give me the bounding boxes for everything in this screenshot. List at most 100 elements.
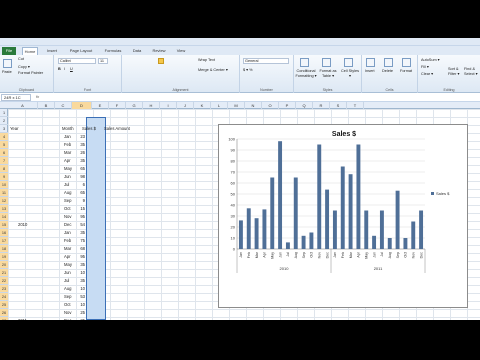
column-header-e[interactable]: E: [92, 102, 109, 109]
row-header-17[interactable]: 17: [0, 237, 8, 245]
sort-filter-button[interactable]: Sort & Filter ▾: [448, 67, 462, 76]
row-header-3[interactable]: 3: [0, 125, 8, 133]
column-header-p[interactable]: P: [279, 102, 296, 109]
sales-cell[interactable]: 9: [72, 197, 85, 205]
sales-cell[interactable]: 35: [72, 261, 85, 269]
column-header-f[interactable]: F: [109, 102, 126, 109]
sales-cell[interactable]: 54: [72, 221, 85, 229]
month-cell[interactable]: Aug: [64, 189, 71, 197]
month-cell[interactable]: Jul: [64, 181, 69, 189]
column-header-h[interactable]: H: [143, 102, 160, 109]
autosum-button[interactable]: AutoSum ▾: [421, 57, 440, 62]
tab-home[interactable]: Home: [22, 47, 38, 55]
month-cell[interactable]: Jan: [64, 229, 71, 237]
row-header-19[interactable]: 19: [0, 253, 8, 261]
sales-cell[interactable]: 25: [72, 309, 85, 317]
row-header-23[interactable]: 23: [0, 285, 8, 293]
sales-cell[interactable]: 65: [72, 189, 85, 197]
font-name-select[interactable]: Calibri: [58, 58, 96, 64]
row-header-20[interactable]: 20: [0, 261, 8, 269]
month-cell[interactable]: Nov: [64, 213, 71, 221]
tab-view[interactable]: View: [174, 47, 188, 55]
row-header-21[interactable]: 21: [0, 269, 8, 277]
selected-range[interactable]: [86, 117, 106, 320]
row-header-1[interactable]: 1: [0, 109, 8, 117]
column-header-m[interactable]: M: [228, 102, 245, 109]
row-header-15[interactable]: 15: [0, 221, 8, 229]
sales-cell[interactable]: 15: [72, 205, 85, 213]
sales-cell[interactable]: 26: [72, 149, 85, 157]
sales-cell[interactable]: 10: [72, 301, 85, 309]
row-header-13[interactable]: 13: [0, 205, 8, 213]
row-header-2[interactable]: 2: [0, 117, 8, 125]
row-header-18[interactable]: 18: [0, 245, 8, 253]
column-header-b[interactable]: B: [38, 102, 55, 109]
format-button[interactable]: Format: [400, 69, 412, 73]
sales-cell[interactable]: 10: [72, 285, 85, 293]
clear-button[interactable]: Clear ▾: [421, 71, 433, 76]
row-header-9[interactable]: 9: [0, 173, 8, 181]
month-cell[interactable]: Feb: [64, 141, 71, 149]
insert-button[interactable]: Insert: [365, 69, 375, 73]
month-cell[interactable]: Jun: [64, 269, 71, 277]
column-header-n[interactable]: N: [245, 102, 262, 109]
column-header-g[interactable]: G: [126, 102, 143, 109]
month-cell[interactable]: Dec: [64, 221, 71, 229]
header-year[interactable]: Year: [10, 125, 18, 133]
sales-chart[interactable]: Sales $ 0 10 20 30 40 50 60 70 80 90 100 Jan Feb Mar A…: [218, 124, 468, 308]
row-header-6[interactable]: 6: [0, 149, 8, 157]
month-cell[interactable]: Apr: [64, 253, 71, 261]
month-cell[interactable]: Apr: [64, 157, 71, 165]
tab-page-layout[interactable]: Page Layout: [66, 47, 96, 55]
month-cell[interactable]: Jan: [64, 133, 71, 141]
fx-icon[interactable]: fx: [36, 94, 39, 99]
month-cell[interactable]: Sep: [64, 293, 71, 301]
column-header-k[interactable]: K: [194, 102, 211, 109]
column-header-s[interactable]: S: [330, 102, 347, 109]
row-header-10[interactable]: 10: [0, 181, 8, 189]
tab-formulas[interactable]: Formulas: [102, 47, 124, 55]
sales-cell[interactable]: 65: [72, 165, 85, 173]
header-sales-amount[interactable]: Sales Amount: [104, 125, 130, 133]
tab-file[interactable]: File: [2, 47, 16, 55]
cell-styles-button[interactable]: Cell Styles ▾: [340, 69, 360, 78]
header-month[interactable]: Month: [62, 125, 74, 133]
sales-cell[interactable]: 75: [72, 237, 85, 245]
paste-button[interactable]: Paste: [2, 70, 12, 74]
row-header-7[interactable]: 7: [0, 157, 8, 165]
underline-button[interactable]: U: [70, 67, 73, 71]
tab-insert[interactable]: Insert: [44, 47, 60, 55]
sales-cell[interactable]: 35: [72, 229, 85, 237]
month-cell[interactable]: May: [64, 165, 72, 173]
row-header-12[interactable]: 12: [0, 197, 8, 205]
month-cell[interactable]: May: [64, 261, 72, 269]
row-header-14[interactable]: 14: [0, 213, 8, 221]
name-box[interactable]: 24R x 1C: [1, 94, 31, 101]
currency-button[interactable]: $ ▾ %: [243, 67, 253, 72]
sales-cell[interactable]: 23: [72, 133, 85, 141]
column-header-r[interactable]: R: [313, 102, 330, 109]
month-cell[interactable]: Aug: [64, 285, 71, 293]
tab-review[interactable]: Review: [150, 47, 168, 55]
month-cell[interactable]: Nov: [64, 309, 71, 317]
header-sales[interactable]: Sales $: [82, 125, 96, 133]
row-header-5[interactable]: 5: [0, 141, 8, 149]
month-cell[interactable]: Oct: [64, 205, 71, 213]
column-header-d[interactable]: D: [72, 102, 92, 109]
month-cell[interactable]: Mar: [64, 149, 71, 157]
month-cell[interactable]: Mar: [64, 245, 71, 253]
row-header-11[interactable]: 11: [0, 189, 8, 197]
column-header-q[interactable]: Q: [296, 102, 313, 109]
row-header-26[interactable]: 26: [0, 309, 8, 317]
month-cell[interactable]: Jul: [64, 277, 69, 285]
sales-cell[interactable]: 98: [72, 173, 85, 181]
column-header-l[interactable]: L: [211, 102, 228, 109]
cut-button[interactable]: Cut: [18, 57, 24, 61]
sales-cell[interactable]: 35: [72, 277, 85, 285]
fill-button[interactable]: Fill ▾: [421, 64, 429, 69]
sales-cell[interactable]: 35: [72, 141, 85, 149]
format-painter-button[interactable]: Format Painter: [18, 71, 43, 75]
year-2010[interactable]: 2010: [18, 221, 27, 229]
sales-cell[interactable]: 53: [72, 293, 85, 301]
sales-cell[interactable]: 68: [72, 245, 85, 253]
